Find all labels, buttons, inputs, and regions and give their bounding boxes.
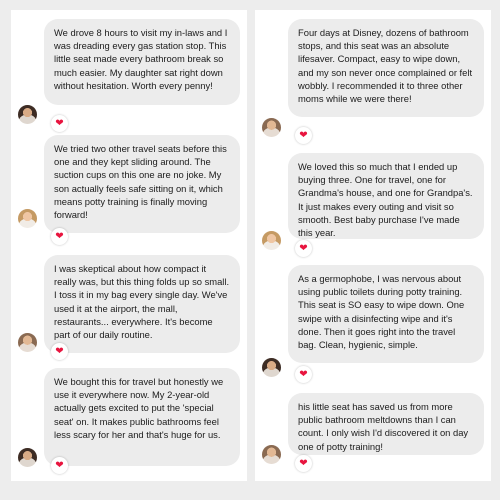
heart-reaction-icon[interactable]: ❤ bbox=[51, 228, 68, 245]
heart-reaction-icon[interactable]: ❤ bbox=[295, 455, 312, 472]
reviewer-avatar bbox=[262, 358, 281, 377]
heart-reaction-icon[interactable]: ❤ bbox=[51, 343, 68, 360]
reviewer-avatar bbox=[18, 105, 37, 124]
reviews-column-left: We drove 8 hours to visit my in-laws and… bbox=[11, 10, 247, 481]
review-text: his little seat has saved us from more p… bbox=[298, 401, 469, 452]
review-text: We bought this for travel but honestly w… bbox=[54, 376, 224, 440]
heart-reaction-icon[interactable]: ❤ bbox=[295, 240, 312, 257]
reviewer-avatar bbox=[18, 448, 37, 467]
heart-reaction-icon[interactable]: ❤ bbox=[295, 127, 312, 144]
review-bubble: his little seat has saved us from more p… bbox=[288, 393, 484, 455]
reviewer-avatar bbox=[18, 333, 37, 352]
heart-reaction-icon[interactable]: ❤ bbox=[51, 457, 68, 474]
reviewer-avatar bbox=[18, 209, 37, 228]
reviewer-avatar bbox=[262, 118, 281, 137]
heart-reaction-icon[interactable]: ❤ bbox=[51, 115, 68, 132]
review-text: As a germophobe, I was nervous about usi… bbox=[298, 273, 465, 351]
review-bubble: We drove 8 hours to visit my in-laws and… bbox=[44, 19, 240, 105]
review-text: I was skeptical about how compact it rea… bbox=[54, 263, 230, 341]
review-bubble: Four days at Disney, dozens of bathroom … bbox=[288, 19, 484, 117]
heart-reaction-icon[interactable]: ❤ bbox=[295, 366, 312, 383]
review-text: We loved this so much that I ended up bu… bbox=[298, 161, 473, 239]
reviews-column-right: Four days at Disney, dozens of bathroom … bbox=[255, 10, 491, 481]
review-bubble: We bought this for travel but honestly w… bbox=[44, 368, 240, 466]
review-bubble: As a germophobe, I was nervous about usi… bbox=[288, 265, 484, 363]
reviewer-avatar bbox=[262, 231, 281, 250]
review-bubble: We loved this so much that I ended up bu… bbox=[288, 153, 484, 239]
reviewer-avatar bbox=[262, 445, 281, 464]
review-bubble: I was skeptical about how compact it rea… bbox=[44, 255, 240, 353]
review-text: We drove 8 hours to visit my in-laws and… bbox=[54, 27, 228, 91]
review-text: Four days at Disney, dozens of bathroom … bbox=[298, 27, 473, 105]
review-bubble: We tried two other travel seats before t… bbox=[44, 135, 240, 233]
review-text: We tried two other travel seats before t… bbox=[54, 143, 227, 221]
